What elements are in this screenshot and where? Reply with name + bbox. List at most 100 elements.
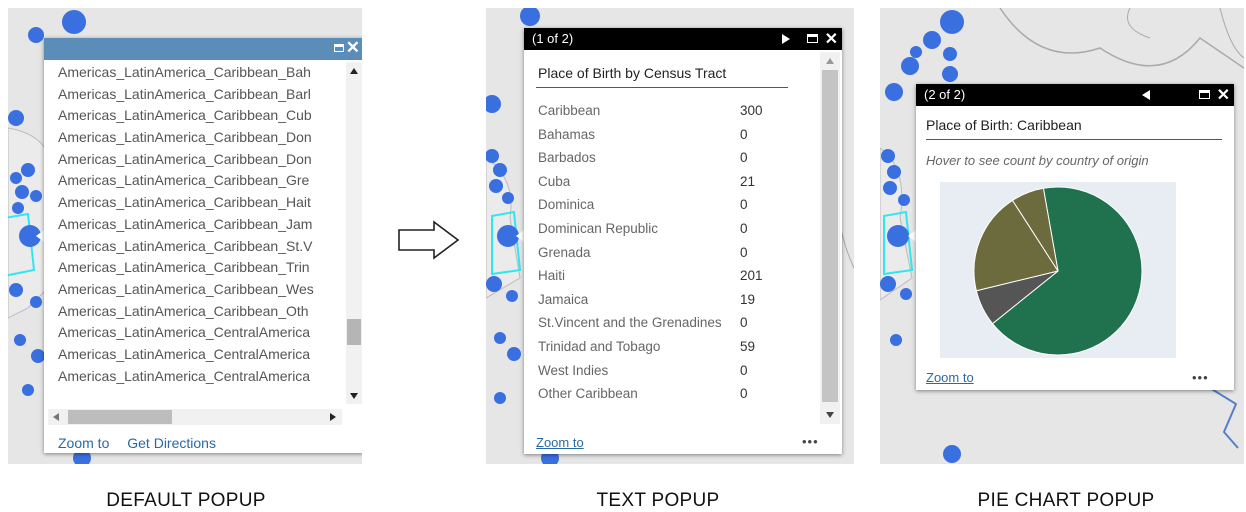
maximize-icon[interactable]	[807, 34, 818, 43]
map-point[interactable]	[943, 47, 957, 61]
scroll-right-icon[interactable]	[330, 413, 336, 421]
map-point[interactable]	[14, 334, 26, 346]
map-point[interactable]	[901, 57, 919, 75]
map-point[interactable]	[30, 296, 42, 308]
map-point[interactable]	[30, 190, 42, 202]
caption-text-popup: TEXT POPUP	[596, 490, 720, 511]
scroll-down-icon[interactable]	[826, 412, 834, 418]
scroll-thumb[interactable]	[822, 70, 838, 402]
vertical-scrollbar[interactable]	[820, 52, 840, 424]
map-point[interactable]	[62, 10, 86, 34]
attribute-row: Americas_LatinAmerica_Caribbean_Hait	[58, 194, 311, 211]
close-icon[interactable]: ✕	[825, 29, 838, 49]
attribute-row: Americas_LatinAmerica_Caribbean_Don	[58, 150, 312, 167]
vertical-scrollbar[interactable]	[346, 62, 362, 404]
scroll-up-icon[interactable]	[826, 58, 834, 64]
map-point[interactable]	[31, 349, 45, 363]
scroll-up-icon[interactable]	[350, 68, 358, 74]
row-label: Barbados	[538, 150, 596, 166]
map-panel-text[interactable]: (1 of 2) ✕ Place of Birth by Census Trac…	[486, 8, 854, 464]
zoom-to-link[interactable]: Zoom to	[58, 435, 109, 451]
map-point[interactable]	[494, 392, 506, 404]
scroll-thumb[interactable]	[347, 319, 361, 345]
map-point[interactable]	[12, 202, 24, 214]
map-point[interactable]	[10, 172, 22, 184]
attribute-row: Americas_LatinAmerica_Caribbean_Trin	[58, 259, 310, 276]
popup-header: (2 of 2) ✕	[916, 84, 1234, 106]
scroll-thumb-horizontal[interactable]	[68, 410, 172, 424]
attribute-row: Americas_LatinAmerica_Caribbean_St.V	[58, 237, 313, 254]
map-point[interactable]	[506, 290, 518, 302]
map-point[interactable]	[507, 347, 521, 361]
attribute-row: Americas_LatinAmerica_Caribbean_Cub	[58, 107, 312, 124]
map-point[interactable]	[880, 276, 896, 292]
row-value: 21	[740, 173, 756, 189]
default-popup[interactable]: ✕ Americas_LatinAmerica_Caribbean_Bah Ame…	[44, 38, 362, 453]
map-panel-default[interactable]: ✕ Americas_LatinAmerica_Caribbean_Bah Ame…	[8, 8, 362, 464]
more-options-icon[interactable]: •••	[1192, 370, 1209, 385]
map-point[interactable]	[486, 149, 499, 163]
map-point[interactable]	[497, 225, 519, 247]
map-point[interactable]	[8, 110, 24, 126]
title-divider	[536, 87, 788, 88]
right-arrow-icon	[398, 220, 460, 260]
row-label: West Indies	[538, 362, 609, 378]
map-point[interactable]	[887, 225, 909, 247]
next-feature-icon[interactable]	[782, 34, 790, 44]
map-point[interactable]	[887, 165, 901, 179]
maximize-icon[interactable]	[1199, 90, 1210, 99]
attribute-row: Americas_LatinAmerica_Caribbean_Oth	[58, 302, 309, 319]
map-point[interactable]	[943, 445, 961, 463]
map-point[interactable]	[940, 10, 964, 34]
map-point[interactable]	[489, 179, 503, 193]
map-point[interactable]	[493, 163, 507, 177]
row-value: 0	[740, 221, 748, 236]
row-label: Jamaica	[538, 291, 589, 307]
map-point[interactable]	[885, 83, 903, 101]
map-point[interactable]	[494, 332, 506, 344]
map-point[interactable]	[910, 46, 922, 58]
map-point[interactable]	[942, 66, 958, 82]
caption-pie-chart-popup: PIE CHART POPUP	[977, 490, 1155, 511]
caption-default-popup: DEFAULT POPUP	[106, 490, 266, 511]
map-point[interactable]	[9, 283, 23, 297]
attribute-row: Americas_LatinAmerica_Caribbean_Barl	[58, 85, 311, 102]
horizontal-scrollbar[interactable]	[48, 409, 342, 425]
scroll-down-icon[interactable]	[350, 393, 358, 399]
map-point[interactable]	[486, 276, 502, 292]
zoom-to-link[interactable]: Zoom to	[926, 370, 974, 385]
map-point[interactable]	[883, 181, 897, 195]
more-options-icon[interactable]: •••	[802, 434, 819, 449]
map-point[interactable]	[21, 163, 35, 177]
row-label: Dominican Republic	[538, 221, 659, 236]
map-point[interactable]	[923, 31, 941, 49]
close-icon[interactable]: ✕	[1217, 85, 1230, 105]
map-point[interactable]	[15, 185, 29, 199]
map-panel-pie[interactable]: (2 of 2) ✕ Place of Birth: Caribbean Hov…	[880, 8, 1244, 464]
row-label: Dominica	[538, 197, 595, 213]
map-point[interactable]	[28, 27, 44, 43]
popup-header: ✕	[44, 38, 362, 60]
map-point[interactable]	[881, 149, 895, 163]
row-value: 201	[740, 268, 763, 284]
map-point[interactable]	[890, 334, 902, 346]
zoom-to-link[interactable]: Zoom to	[536, 435, 584, 450]
title-divider	[926, 139, 1222, 140]
maximize-icon[interactable]	[334, 44, 344, 52]
row-label: Caribbean	[538, 103, 601, 118]
scroll-left-icon[interactable]	[53, 413, 59, 421]
map-point[interactable]	[22, 384, 34, 396]
map-point[interactable]	[900, 288, 912, 300]
map-point[interactable]	[502, 192, 514, 204]
get-directions-link[interactable]: Get Directions	[127, 435, 216, 451]
pie-chart	[973, 186, 1143, 356]
map-point[interactable]	[486, 95, 501, 113]
attribute-row: Americas_LatinAmerica_CentralAmerica	[58, 367, 311, 384]
map-point[interactable]	[898, 194, 910, 206]
map-point[interactable]	[520, 8, 540, 26]
pie-chart-popup[interactable]: (2 of 2) ✕ Place of Birth: Caribbean Hov…	[916, 84, 1234, 390]
text-popup[interactable]: (1 of 2) ✕ Place of Birth by Census Trac…	[524, 28, 842, 454]
close-icon[interactable]: ✕	[346, 38, 360, 58]
row-label: Bahamas	[538, 126, 596, 142]
previous-feature-icon[interactable]	[1142, 90, 1150, 100]
